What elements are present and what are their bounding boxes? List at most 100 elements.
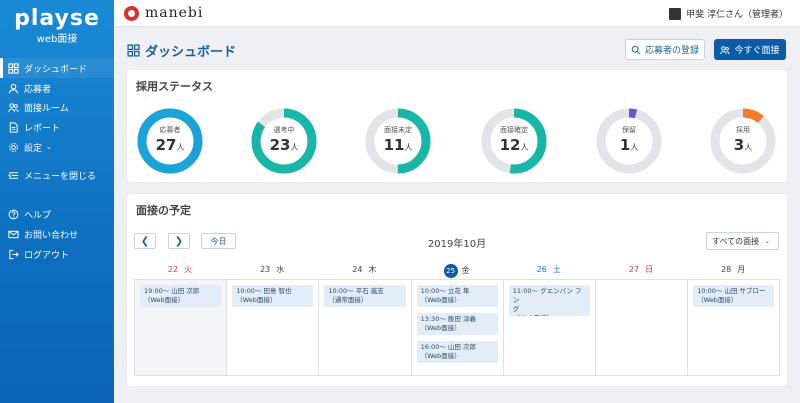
event-detail: （通常面接） <box>328 296 368 304</box>
status-donut[interactable]: 応募者 27人 <box>135 106 205 176</box>
event-detail: （Web面接） <box>420 324 461 332</box>
people-icon <box>720 45 731 54</box>
gear-icon <box>8 142 19 153</box>
status-count: 1 <box>619 136 631 154</box>
status-label: 採用 <box>736 126 750 134</box>
status-donut[interactable]: 採用 3人 <box>708 106 778 176</box>
person-icon <box>8 83 19 94</box>
day-of-week: 火 <box>184 265 193 274</box>
event-detail: （Web面接） <box>420 352 461 360</box>
sidebar-item-label: レポート <box>24 123 61 134</box>
chevron-right-icon: ❯ <box>174 235 184 247</box>
interview-event[interactable]: 10:00～ 田島 智也 （Web面接） <box>232 285 314 307</box>
status-unit: 人 <box>520 143 529 152</box>
next-week-button[interactable]: ❯ <box>168 233 190 249</box>
playse-logo[interactable]: playse web面接 <box>0 6 114 46</box>
interview-now-label: 今すぐ面接 <box>734 46 780 56</box>
status-count: 3 <box>733 136 745 154</box>
interview-now-button[interactable]: 今すぐ面接 <box>714 39 786 60</box>
day-header: 25 金 <box>411 264 503 278</box>
sidebar-item-label: メニューを閉じる <box>24 171 97 182</box>
status-count: 27 <box>155 136 177 154</box>
search-person-icon <box>631 45 641 55</box>
chevron-down-icon: ⌄ <box>46 143 52 151</box>
event-time-name: 10:00～ 山田 サブロー <box>697 287 766 295</box>
avatar <box>669 7 682 20</box>
sidebar-item-label: 設定 <box>24 143 43 154</box>
sidebar-item-settings[interactable]: 設定 ⌄ <box>0 137 114 157</box>
day-number: 25 <box>443 264 458 278</box>
interview-event[interactable]: 19:00～ 山田 次郎 （Web面接） <box>140 285 222 307</box>
dashboard-icon <box>127 44 140 57</box>
page-title: ダッシュボード <box>127 41 236 60</box>
recruit-status-title: 採用ステータス <box>136 80 213 93</box>
interview-event[interactable]: 10:00～ 立花 隼（Web面接） <box>416 285 498 307</box>
document-icon <box>8 121 19 133</box>
day-number: 28 <box>721 265 732 274</box>
day-of-week: 金 <box>461 266 470 275</box>
prev-week-button[interactable]: ❮ <box>134 233 156 249</box>
interview-event[interactable]: 10:00～ 山田 サブロー （Web面接） <box>693 285 775 307</box>
sidebar-item-report[interactable]: レポート <box>0 117 114 137</box>
sidebar-item-contact[interactable]: お問い合わせ <box>0 224 114 244</box>
day-number: 27 <box>628 265 640 274</box>
status-unit: 人 <box>630 143 639 152</box>
register-applicant-button[interactable]: 応募者の登録 <box>625 39 705 60</box>
status-value: 23人 <box>249 136 319 154</box>
sidebar-item-applicants[interactable]: 応募者 <box>0 78 114 98</box>
sidebar-item-dashboard[interactable]: ダッシュボード <box>0 58 114 78</box>
event-time-name: 19:00～ 山田 次郎 <box>144 287 200 295</box>
day-header: 22 火 <box>134 264 226 276</box>
status-count: 12 <box>499 136 521 154</box>
day-of-week: 木 <box>368 265 377 274</box>
day-header: 24 木 <box>318 264 410 276</box>
dashboard-icon <box>8 62 19 74</box>
user-menu[interactable]: 甲斐 淳仁さん（管理者） <box>669 7 788 20</box>
manebi-logo-icon <box>124 5 139 21</box>
status-donut[interactable]: 保留 1人 <box>594 106 664 176</box>
day-of-week: 月 <box>737 265 746 274</box>
sidebar-item-label: ヘルプ <box>24 210 52 221</box>
sidebar: playse web面接 ダッシュボード 応募者 面接ルーム レポート 設定 ⌄… <box>0 0 114 403</box>
event-detail: （Web面接） <box>144 296 185 304</box>
status-label: 保留 <box>622 126 636 134</box>
sidebar-item-label: ダッシュボード <box>24 64 88 75</box>
interview-event[interactable]: 11:00～ グエンバン フング（Web面接） <box>508 285 590 316</box>
schedule-title: 面接の予定 <box>136 204 191 217</box>
page-header: ダッシュボード 応募者の登録 今すぐ面接 <box>127 38 787 62</box>
status-value: 11人 <box>363 136 433 154</box>
sidebar-item-label: ログアウト <box>24 250 70 261</box>
today-button[interactable]: 今日 <box>201 233 236 249</box>
page-title-text: ダッシュボード <box>145 45 237 60</box>
sidebar-item-interview-room[interactable]: 面接ルーム <box>0 97 114 117</box>
status-label: 選考中 <box>273 126 295 134</box>
status-label: 面接未定 <box>384 126 412 134</box>
manebi-logo-text: manebi <box>145 5 204 21</box>
filter-selected-value: すべての面接 <box>712 236 760 246</box>
day-header: 27 日 <box>595 264 687 276</box>
day-of-week: 土 <box>552 265 561 274</box>
user-name: 甲斐 淳仁さん（管理者） <box>686 10 788 20</box>
status-unit: 人 <box>404 143 413 152</box>
status-donut[interactable]: 面接確定 12人 <box>479 106 549 176</box>
interview-event[interactable]: 13:30～ 飯田 淳義 （Web面接） <box>416 313 498 335</box>
status-donut[interactable]: 選考中 23人 <box>249 106 319 176</box>
day-of-week: 水 <box>276 265 285 274</box>
mail-icon <box>8 229 19 240</box>
sidebar-item-logout[interactable]: ログアウト <box>0 244 114 264</box>
brand-sub: web面接 <box>36 34 78 45</box>
manebi-logo[interactable]: manebi <box>124 5 203 21</box>
day-header: 26 土 <box>503 264 595 276</box>
interview-event[interactable]: 10:00～ 平石 嵐志 （通常面接） <box>324 285 406 307</box>
sidebar-item-collapse[interactable]: メニューを閉じる <box>0 165 114 185</box>
logout-icon <box>8 249 19 260</box>
sidebar-item-help[interactable]: ヘルプ <box>0 204 114 224</box>
help-icon <box>8 209 19 220</box>
recruit-status-card: 採用ステータス 応募者 27人 選考中 23人 面接未定 11人 面接確定 12人 保留 1人 採用… <box>127 70 787 182</box>
status-value: 1人 <box>594 136 664 154</box>
interview-event[interactable]: 16:00～ 山田 次郎 （Web面接） <box>416 341 498 363</box>
day-column[interactable] <box>596 280 689 375</box>
chevron-down-icon: ⌄ <box>764 237 770 245</box>
status-donut[interactable]: 面接未定 11人 <box>363 106 433 176</box>
interview-filter-select[interactable]: すべての面接 ⌄ <box>706 232 779 250</box>
